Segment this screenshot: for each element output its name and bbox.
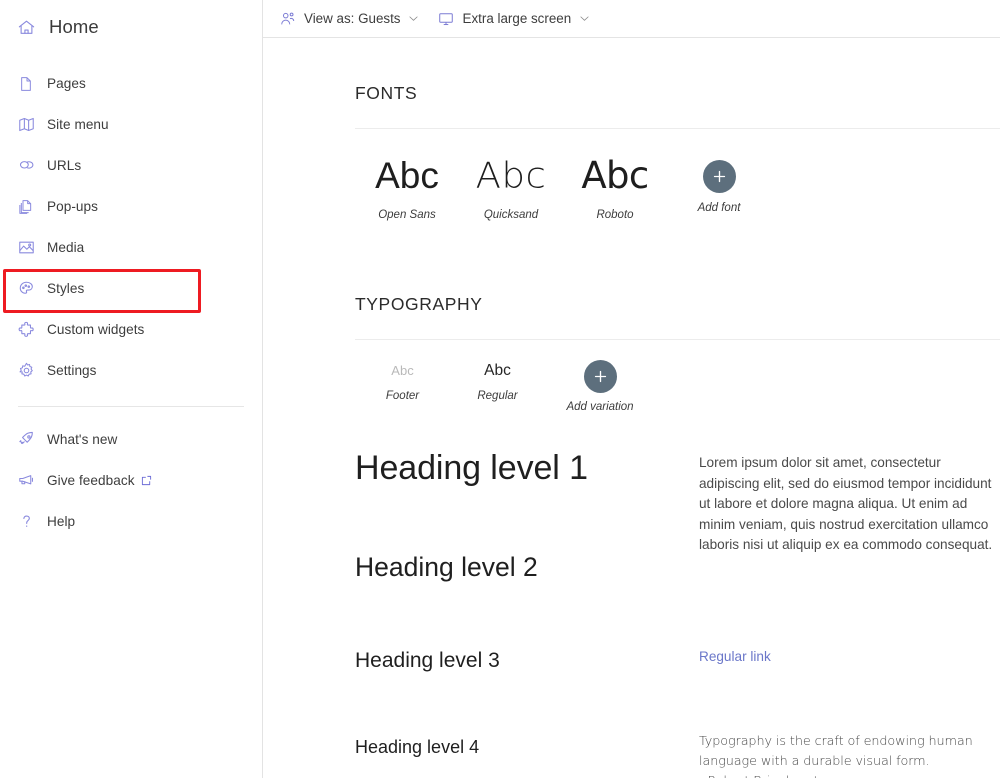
variation-name-label: Regular	[477, 390, 518, 403]
sidebar-item-help[interactable]: Help	[0, 501, 262, 542]
monitor-icon	[438, 10, 455, 27]
typography-variation-footer[interactable]: Abc Footer	[355, 360, 450, 402]
typography-variation-regular[interactable]: Abc Regular	[450, 360, 545, 402]
typography-preview: Heading level 1 Heading level 2 Heading …	[263, 413, 1000, 778]
link-icon	[17, 157, 35, 175]
quote-sample: Typography is the craft of endowing huma…	[699, 732, 999, 778]
typography-section-heading: TYPOGRAPHY	[355, 293, 483, 314]
sidebar-item-label: Pop-ups	[47, 199, 98, 214]
main-panel: View as: Guests Extra large screen FONTS…	[263, 0, 1000, 778]
person-icon	[279, 10, 296, 27]
rocket-icon	[17, 431, 35, 449]
quote-body: Typography is the craft of endowing huma…	[699, 733, 973, 769]
home-label: Home	[49, 16, 99, 37]
font-name-label: Roboto	[596, 209, 634, 222]
sidebar-item-label: Custom widgets	[47, 322, 145, 337]
chevron-down-icon	[578, 13, 590, 25]
fonts-list: Abc Open Sans Abc Quicksand Abc Roboto A…	[263, 129, 1000, 222]
plus-icon	[702, 160, 736, 194]
sidebar-item-whats-new[interactable]: What's new	[0, 419, 262, 460]
add-variation-button[interactable]: Add variation	[545, 360, 655, 413]
variation-preview-glyphs: Abc	[391, 363, 414, 379]
preview-toolbar: View as: Guests Extra large screen	[263, 0, 1000, 38]
heading-level-3-sample: Heading level 3	[355, 649, 500, 673]
variation-preview-glyphs: Abc	[484, 362, 511, 380]
add-font-label: Add font	[697, 202, 741, 215]
sidebar-primary-nav: Pages Site menu URLs Pop-ups Media Style…	[0, 63, 262, 391]
sidebar-item-site-menu[interactable]: Site menu	[0, 104, 262, 145]
sidebar-item-styles[interactable]: Styles	[0, 268, 262, 309]
typography-preview-headings: Heading level 1 Heading level 2 Heading …	[355, 431, 695, 778]
sidebar-item-label: Styles	[47, 281, 85, 296]
external-link-icon	[141, 475, 152, 486]
chevron-down-icon	[408, 13, 420, 25]
sidebar-item-custom-widgets[interactable]: Custom widgets	[0, 309, 262, 350]
sidebar-item-pages[interactable]: Pages	[0, 63, 262, 104]
sidebar-divider	[18, 406, 244, 407]
add-font-button[interactable]: Add font	[667, 155, 771, 214]
font-card-open-sans[interactable]: Abc Open Sans	[355, 155, 459, 221]
font-name-label: Quicksand	[483, 209, 539, 222]
font-name-label: Open Sans	[378, 209, 436, 222]
sidebar-item-give-feedback[interactable]: Give feedback	[0, 460, 262, 501]
sidebar: Home Pages Site menu URLs Pop-ups Media …	[0, 0, 263, 778]
styles-editor-window: Home Pages Site menu URLs Pop-ups Media …	[0, 0, 1000, 778]
sidebar-item-label: Pages	[47, 76, 86, 91]
styles-content: FONTS Abc Open Sans Abc Quicksand Abc Ro…	[263, 53, 1000, 778]
heading-level-2-sample: Heading level 2	[355, 552, 538, 583]
add-variation-label: Add variation	[566, 401, 634, 414]
sidebar-item-settings[interactable]: Settings	[0, 350, 262, 391]
sidebar-item-label: Help	[47, 514, 76, 529]
home-icon	[16, 17, 36, 37]
typography-variations-list: Abc Footer Abc Regular Add variation	[263, 340, 1000, 413]
sidebar-item-popups[interactable]: Pop-ups	[0, 186, 262, 227]
typography-preview-body: Lorem ipsum dolor sit amet, consectetur …	[699, 431, 999, 778]
palette-icon	[17, 280, 35, 298]
gear-icon	[17, 362, 35, 380]
image-icon	[17, 239, 35, 257]
view-as-dropdown[interactable]: View as: Guests	[275, 5, 424, 33]
view-as-label: View as: Guests	[304, 11, 401, 26]
page-icon	[17, 75, 35, 93]
heading-level-1-sample: Heading level 1	[355, 449, 588, 488]
map-icon	[17, 116, 35, 134]
sidebar-item-home[interactable]: Home	[0, 5, 262, 49]
font-preview-glyphs: Abc	[375, 155, 439, 197]
font-card-quicksand[interactable]: Abc Quicksand	[459, 155, 563, 221]
font-preview-glyphs: Abc	[581, 154, 649, 198]
sidebar-item-urls[interactable]: URLs	[0, 145, 262, 186]
plus-icon	[583, 360, 617, 394]
sidebar-secondary-nav: What's new Give feedback Help	[0, 419, 262, 542]
quote-attribution: - Robert Bringhurst	[699, 774, 819, 778]
puzzle-icon	[17, 321, 35, 339]
megaphone-icon	[17, 472, 35, 490]
sidebar-item-media[interactable]: Media	[0, 227, 262, 268]
font-card-roboto[interactable]: Abc Roboto	[563, 154, 667, 222]
sidebar-item-label: Settings	[47, 363, 97, 378]
popups-icon	[17, 198, 35, 216]
body-text-sample: Lorem ipsum dolor sit amet, consectetur …	[699, 455, 993, 553]
variation-name-label: Footer	[385, 390, 420, 403]
sidebar-item-label: What's new	[47, 432, 118, 447]
sidebar-item-label: Give feedback	[47, 473, 135, 488]
sidebar-item-label: Site menu	[47, 117, 109, 132]
screen-size-label: Extra large screen	[462, 11, 572, 26]
screen-size-dropdown[interactable]: Extra large screen	[434, 5, 595, 33]
font-preview-glyphs: Abc	[475, 154, 547, 197]
sidebar-item-label: Media	[47, 240, 85, 255]
regular-link-sample[interactable]: Regular link	[699, 649, 771, 664]
fonts-section-heading: FONTS	[355, 82, 418, 103]
question-icon	[17, 513, 35, 531]
heading-level-4-sample: Heading level 4	[355, 737, 480, 758]
sidebar-item-label: URLs	[47, 158, 82, 173]
